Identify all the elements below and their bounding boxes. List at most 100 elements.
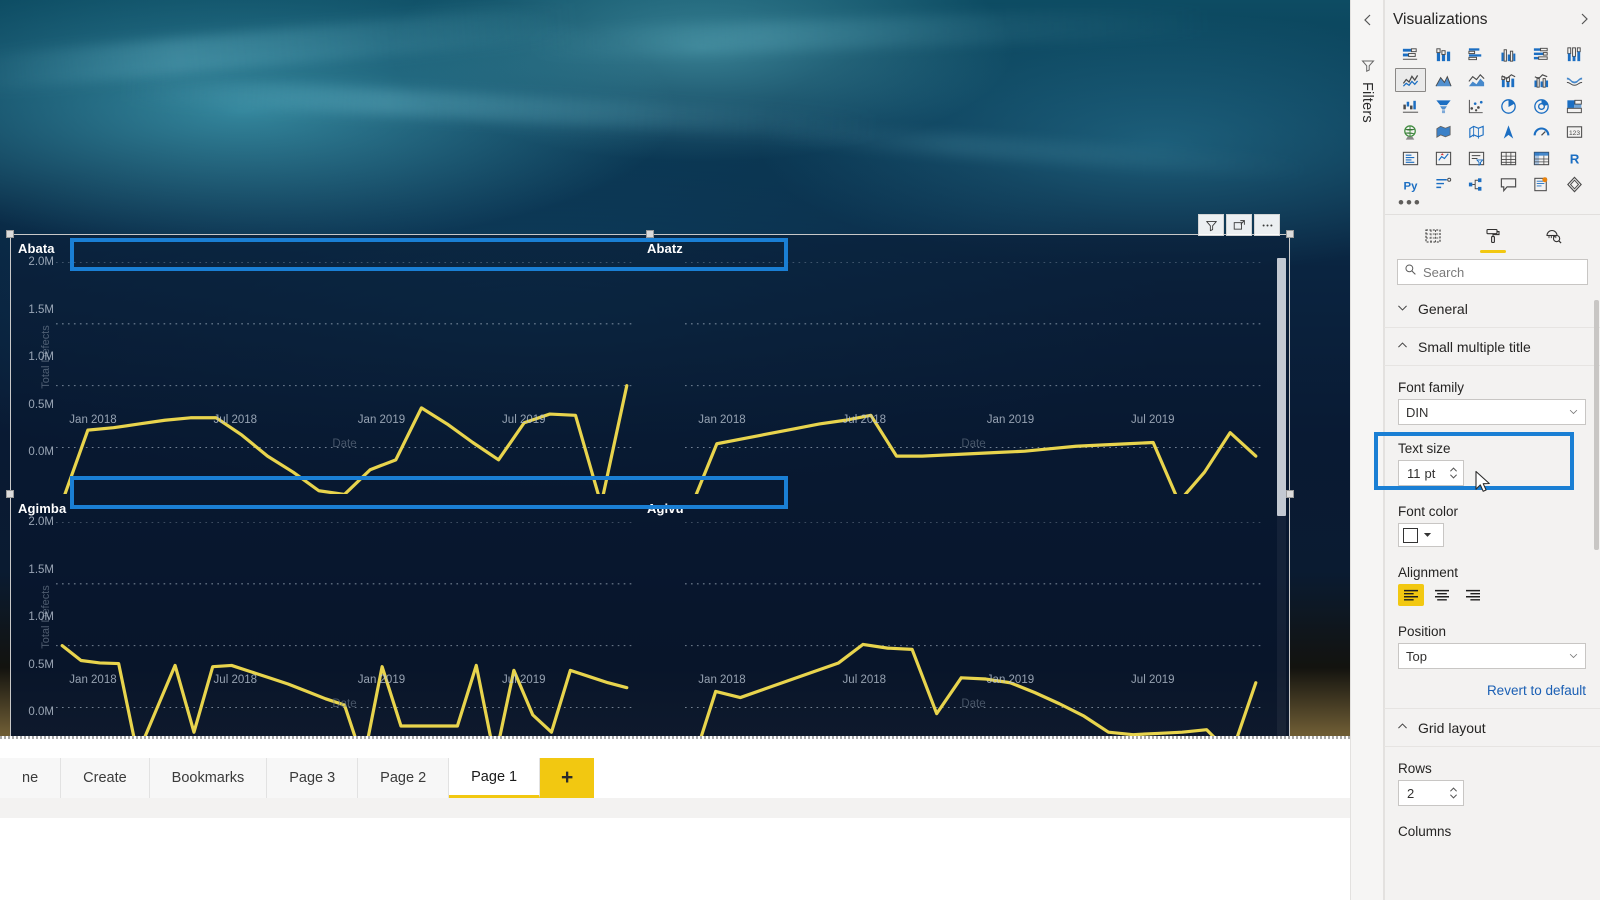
line-chart-icon[interactable] bbox=[1395, 68, 1426, 92]
page-tab[interactable]: Page 1 bbox=[449, 758, 541, 798]
line-stacked-column-chart-icon[interactable] bbox=[1494, 68, 1525, 92]
font-family-dropdown[interactable]: DIN bbox=[1398, 399, 1586, 425]
stacked-bar-chart-icon[interactable] bbox=[1395, 42, 1426, 66]
clustered-column-chart-icon[interactable] bbox=[1494, 42, 1525, 66]
alignment-button-group[interactable] bbox=[1398, 584, 1586, 606]
visual-selection-border bbox=[10, 234, 1290, 754]
svg-text:123: 123 bbox=[1569, 129, 1580, 136]
font-color-picker[interactable] bbox=[1398, 523, 1444, 547]
small-multiples-line-visual[interactable]: Abata Total Defects 0.0M 0.5M 1.0M 1.5M 2.0M… bbox=[6, 214, 1294, 758]
stacked-area-chart-icon[interactable] bbox=[1461, 68, 1492, 92]
key-influencers-icon[interactable] bbox=[1428, 172, 1459, 196]
matrix-icon[interactable] bbox=[1526, 146, 1557, 170]
chevron-down-icon bbox=[1568, 649, 1579, 664]
analytics-tab[interactable] bbox=[1538, 221, 1568, 251]
page-tab[interactable]: Page 3 bbox=[267, 758, 359, 798]
format-pane-scroll-region[interactable]: General Small multiple title Font family… bbox=[1384, 290, 1600, 900]
more-options-icon[interactable] bbox=[1254, 214, 1280, 236]
color-swatch bbox=[1403, 527, 1418, 543]
100-stacked-column-chart-icon[interactable] bbox=[1559, 42, 1590, 66]
visual-vertical-scrollbar-thumb[interactable] bbox=[1277, 258, 1286, 516]
treemap-icon[interactable] bbox=[1559, 94, 1590, 118]
arcgis-map-icon[interactable] bbox=[1494, 120, 1525, 144]
mouse-cursor bbox=[1474, 470, 1492, 499]
visualizations-pane-header: Visualizations bbox=[1385, 0, 1600, 40]
stepper-arrows-icon[interactable] bbox=[1448, 465, 1459, 481]
caret-down-icon bbox=[1423, 526, 1432, 544]
page-tab-bar[interactable]: ne Create Bookmarks Page 3 Page 2 Page 1 + bbox=[0, 736, 1350, 818]
small-multiple-title-settings: Font family DIN Text size 11 pt Font col… bbox=[1384, 366, 1600, 709]
stacked-column-chart-icon[interactable] bbox=[1428, 42, 1459, 66]
gauge-icon[interactable] bbox=[1526, 120, 1557, 144]
visual-type-icon-grid[interactable]: 123 R Py bbox=[1385, 40, 1600, 196]
map-icon[interactable] bbox=[1395, 120, 1426, 144]
shape-map-icon[interactable] bbox=[1461, 120, 1492, 144]
slicer-icon[interactable] bbox=[1461, 146, 1492, 170]
clustered-bar-chart-icon[interactable] bbox=[1461, 42, 1492, 66]
page-tabs[interactable]: ne Create Bookmarks Page 3 Page 2 Page 1 + bbox=[0, 758, 595, 798]
format-search-box[interactable] bbox=[1397, 259, 1588, 285]
rows-stepper[interactable]: 2 bbox=[1398, 780, 1464, 806]
page-tab[interactable]: Bookmarks bbox=[149, 758, 268, 798]
alignment-label: Alignment bbox=[1398, 565, 1459, 580]
add-page-button[interactable]: + bbox=[540, 758, 595, 798]
align-center-icon[interactable] bbox=[1429, 584, 1455, 606]
paginated-report-icon[interactable] bbox=[1526, 172, 1557, 196]
text-size-stepper[interactable]: 11 pt bbox=[1398, 460, 1464, 486]
resize-handle[interactable] bbox=[6, 230, 14, 238]
position-dropdown[interactable]: Top bbox=[1398, 643, 1586, 669]
filter-icon[interactable] bbox=[1198, 214, 1224, 236]
table-icon[interactable] bbox=[1494, 146, 1525, 170]
resize-handle[interactable] bbox=[1286, 230, 1294, 238]
waterfall-chart-icon[interactable] bbox=[1395, 94, 1426, 118]
resize-handle[interactable] bbox=[646, 230, 654, 238]
align-right-icon[interactable] bbox=[1460, 584, 1486, 606]
visual-header-toolbar[interactable] bbox=[1198, 214, 1280, 236]
format-section-grid-layout[interactable]: Grid layout bbox=[1384, 709, 1600, 747]
kpi-icon[interactable] bbox=[1428, 146, 1459, 170]
focus-mode-icon[interactable] bbox=[1226, 214, 1252, 236]
area-chart-icon[interactable] bbox=[1428, 68, 1459, 92]
page-tab[interactable]: ne bbox=[0, 758, 62, 798]
format-section-small-multiple-title[interactable]: Small multiple title bbox=[1384, 328, 1600, 366]
resize-handle[interactable] bbox=[6, 490, 14, 498]
chevron-down-icon bbox=[1568, 405, 1579, 420]
line-clustered-column-chart-icon[interactable] bbox=[1526, 68, 1557, 92]
format-tab[interactable] bbox=[1478, 221, 1508, 253]
pie-chart-icon[interactable] bbox=[1494, 94, 1525, 118]
chevron-up-icon bbox=[1396, 720, 1409, 736]
format-pane-scrollbar[interactable] bbox=[1594, 300, 1599, 550]
stepper-arrows-icon[interactable] bbox=[1448, 785, 1459, 801]
revert-to-default-link[interactable]: Revert to default bbox=[1398, 683, 1586, 698]
search-input[interactable] bbox=[1423, 264, 1581, 280]
chevron-left-icon[interactable] bbox=[1360, 12, 1376, 28]
format-section-general[interactable]: General bbox=[1384, 290, 1600, 328]
ribbon-chart-icon[interactable] bbox=[1559, 68, 1590, 92]
100-stacked-bar-chart-icon[interactable] bbox=[1526, 42, 1557, 66]
align-left-icon[interactable] bbox=[1398, 584, 1424, 606]
text-size-value: 11 bbox=[1407, 465, 1421, 481]
scatter-chart-icon[interactable] bbox=[1461, 94, 1492, 118]
rows-value: 2 bbox=[1407, 785, 1415, 801]
donut-chart-icon[interactable] bbox=[1526, 94, 1557, 118]
filters-pane-collapsed[interactable]: Filters bbox=[1350, 0, 1384, 900]
page-tab[interactable]: Page 2 bbox=[358, 758, 450, 798]
q-and-a-icon[interactable] bbox=[1494, 172, 1525, 196]
funnel-chart-icon[interactable] bbox=[1428, 94, 1459, 118]
power-apps-icon[interactable] bbox=[1559, 172, 1590, 196]
funnel-icon bbox=[1360, 57, 1376, 73]
chevron-right-icon[interactable] bbox=[1576, 11, 1592, 27]
page-tab[interactable]: Create bbox=[61, 758, 150, 798]
resize-handle[interactable] bbox=[1286, 490, 1294, 498]
r-script-visual-icon[interactable]: R bbox=[1559, 146, 1590, 170]
ellipsis-icon[interactable]: ••• bbox=[1385, 194, 1600, 214]
pane-tab-strip[interactable] bbox=[1385, 214, 1600, 253]
filled-map-icon[interactable] bbox=[1428, 120, 1459, 144]
format-section-label: Small multiple title bbox=[1418, 338, 1531, 355]
font-color-label: Font color bbox=[1398, 504, 1459, 519]
card-icon[interactable]: 123 bbox=[1559, 120, 1590, 144]
multi-row-card-icon[interactable] bbox=[1395, 146, 1426, 170]
report-canvas-area[interactable]: Abata Total Defects 0.0M 0.5M 1.0M 1.5M 2.0M… bbox=[0, 0, 1350, 818]
decomposition-tree-icon[interactable] bbox=[1461, 172, 1492, 196]
fields-tab[interactable] bbox=[1418, 221, 1448, 251]
